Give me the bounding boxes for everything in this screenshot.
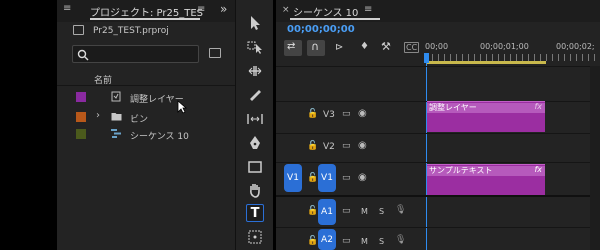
project-file-icon (73, 25, 84, 35)
track-target-v1[interactable]: V1 (318, 164, 336, 192)
list-item-label: シーケンス 10 (130, 132, 189, 142)
sequence-icon (111, 129, 121, 138)
ruler-label: 00;00;02; (556, 42, 595, 51)
track-separator (276, 195, 600, 197)
solo-button[interactable]: S (379, 237, 384, 246)
clip-label: サンプルテキスト (427, 166, 545, 176)
timeline-panel: × シーケンス 10 ≡ 00;00;00;00 ⇄ ∩ ⊳ ♦ ⚒ CC 00… (276, 0, 600, 250)
track-name[interactable]: V3 (323, 110, 335, 120)
mute-button[interactable]: M (361, 237, 368, 246)
rectangle-tool-icon[interactable] (246, 158, 264, 176)
add-marker-icon[interactable]: ♦ (360, 41, 369, 52)
track-name: V1 (321, 173, 333, 183)
track-name: A1 (321, 207, 333, 217)
sequence-tab-menu-icon[interactable]: ≡ (364, 4, 372, 15)
solo-button[interactable]: S (379, 207, 384, 216)
track-target-a2[interactable]: A2 (318, 229, 336, 250)
source-patch-label: V1 (287, 173, 299, 183)
project-file-name: Pr25_TEST.prproj (93, 26, 169, 36)
active-tab-underline (90, 18, 200, 20)
sequence-tab-title[interactable]: シーケンス 10 (293, 4, 358, 19)
source-patch-v1[interactable]: V1 (284, 164, 302, 192)
new-bin-icon[interactable] (209, 48, 221, 58)
track-name[interactable]: V2 (323, 142, 335, 152)
list-item-label: 調整レイヤー (130, 95, 184, 105)
expand-chevron-icon[interactable]: › (96, 110, 100, 121)
folder-icon (111, 113, 122, 121)
project-panel-menu-icon[interactable]: ≡ (197, 4, 205, 15)
clip-label: 調整レイヤー (427, 103, 545, 113)
selection-tool-icon[interactable] (246, 14, 264, 32)
lock-icon[interactable]: 🔓 (307, 173, 318, 183)
fx-badge: fx (534, 165, 542, 174)
linked-selection-icon[interactable]: ⊳ (335, 42, 343, 53)
vertical-scrollbar[interactable] (590, 66, 600, 250)
track-area-divider (276, 66, 600, 67)
microphone-icon[interactable]: 🎙 (395, 235, 406, 245)
track-separator (276, 162, 600, 163)
timecode-display[interactable]: 00;00;00;00 (287, 24, 355, 35)
wrench-icon[interactable]: ⚒ (381, 40, 391, 53)
track-separator (276, 133, 600, 134)
search-input[interactable] (72, 45, 199, 63)
pen-tool-icon[interactable] (246, 134, 264, 152)
sync-lock-icon[interactable]: ▭ (342, 236, 351, 246)
sync-lock-icon[interactable]: ▭ (342, 206, 351, 216)
lock-icon[interactable]: 🔓 (307, 236, 318, 246)
razor-tool-icon[interactable] (246, 86, 264, 104)
label-color-swatch (76, 112, 86, 122)
tools-panel: T (235, 0, 273, 250)
track-select-forward-icon[interactable] (246, 38, 264, 56)
hand-tool-icon[interactable] (246, 181, 264, 199)
track-separator (276, 227, 600, 228)
sync-lock-icon[interactable]: ▭ (342, 141, 351, 151)
ruler-label: 00;00 (425, 42, 449, 51)
captions-icon[interactable]: CC (404, 42, 420, 53)
active-tab-underline (290, 18, 380, 20)
list-item[interactable]: シーケンス 10 (57, 124, 235, 144)
track-name: A2 (321, 234, 333, 245)
microphone-icon[interactable]: 🎙 (395, 205, 406, 215)
eye-icon[interactable]: ◉ (358, 140, 367, 151)
eye-icon[interactable]: ◉ (358, 108, 367, 119)
project-panel-title[interactable]: プロジェクト: Pr25_TES (90, 4, 203, 19)
more-panels-icon[interactable]: » (220, 2, 227, 16)
clip-adjustment-layer[interactable]: 調整レイヤー fx (427, 101, 545, 132)
magnet-icon: ∩ (311, 40, 320, 53)
panel-menu-icon[interactable]: ≡ (63, 3, 71, 14)
vector-transform-icon[interactable] (246, 228, 264, 246)
label-color-swatch (76, 129, 86, 139)
header-divider (57, 85, 235, 86)
adjustment-layer-icon (111, 91, 121, 102)
mute-button[interactable]: M (361, 207, 368, 216)
fx-badge: fx (534, 102, 542, 111)
ripple-edit-icon[interactable] (246, 62, 264, 80)
playhead-line (426, 62, 427, 250)
lock-icon[interactable]: 🔓 (307, 109, 318, 119)
lock-icon[interactable]: 🔓 (307, 141, 318, 151)
lock-icon[interactable]: 🔓 (307, 206, 318, 216)
close-tab-icon[interactable]: × (282, 5, 290, 15)
track-target-a1[interactable]: A1 (318, 199, 336, 225)
work-area-bar[interactable] (426, 61, 546, 64)
eye-icon[interactable]: ◉ (358, 172, 367, 183)
project-panel-header: ≡ プロジェクト: Pr25_TES ≡ » (57, 0, 235, 22)
sync-lock-icon[interactable]: ▭ (342, 109, 351, 119)
track-header-gap (276, 72, 426, 100)
sync-lock-icon[interactable]: ▭ (342, 173, 351, 183)
time-ruler-ticks[interactable] (426, 54, 600, 61)
list-item[interactable]: 調整レイヤー (57, 87, 235, 114)
search-icon (77, 49, 89, 61)
slip-tool-icon[interactable] (246, 110, 264, 128)
nest-icon: ⇄ (287, 41, 296, 52)
premiere-window: ≡ プロジェクト: Pr25_TES ≡ » Pr25_TEST.prproj … (0, 0, 600, 250)
project-panel: ≡ プロジェクト: Pr25_TES ≡ » Pr25_TEST.prproj … (57, 0, 235, 250)
clip-sample-text[interactable]: サンプルテキスト fx (427, 164, 545, 195)
label-color-swatch (76, 92, 86, 102)
ruler-label: 00;00;01;00 (480, 42, 529, 51)
type-tool-icon[interactable]: T (246, 204, 264, 222)
